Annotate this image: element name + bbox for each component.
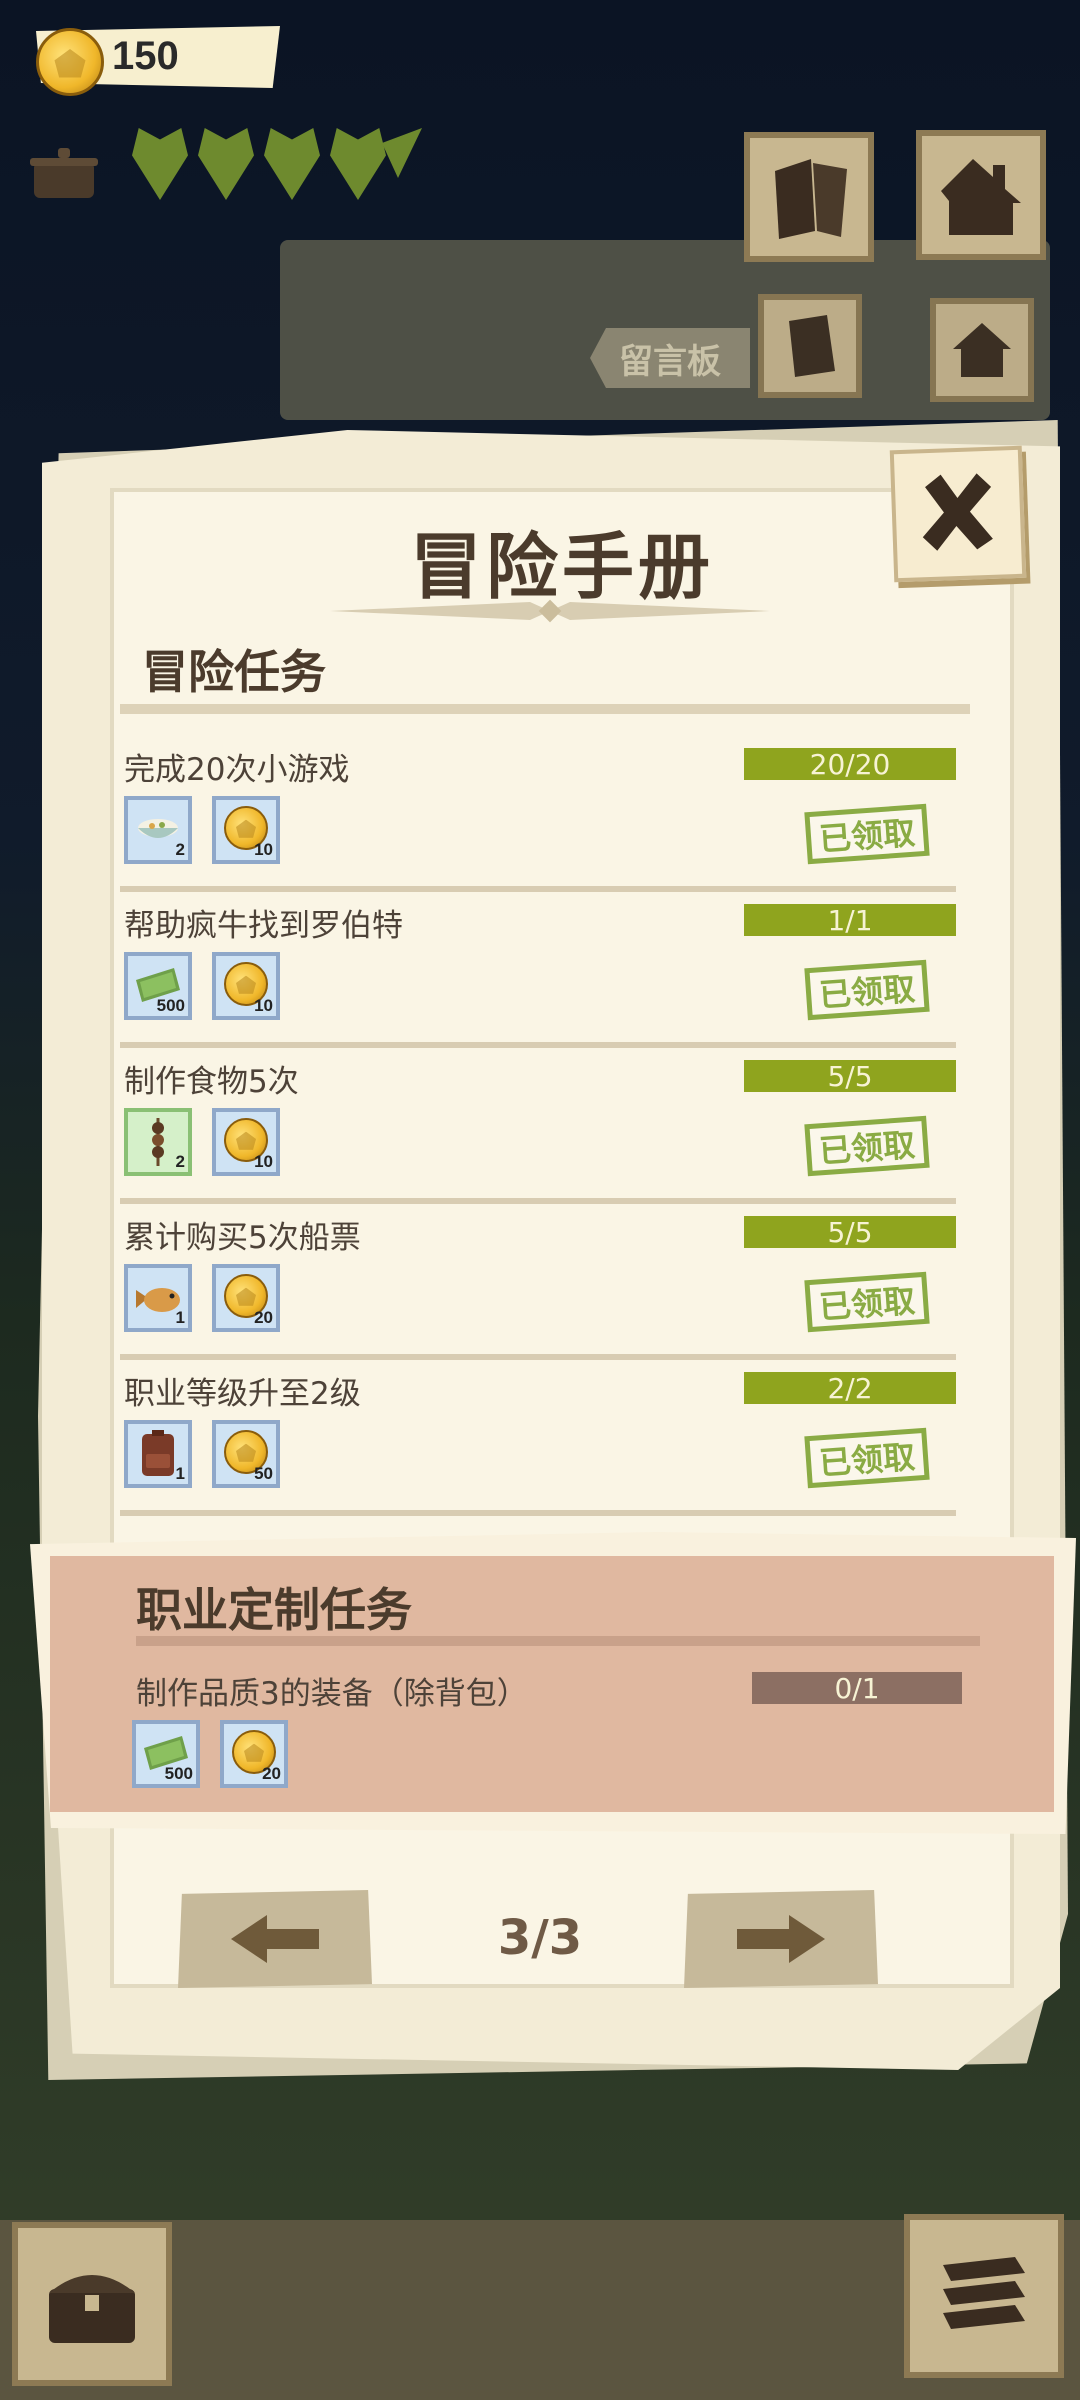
reward-qty: 500 [164,1764,193,1783]
task-name: 制作食物5次 [124,1064,299,1100]
task-row: 帮助疯牛找到罗伯特 1/1 500 10 已领取 [120,892,956,1048]
reward-item[interactable]: 500 [124,952,192,1020]
reward-qty: 2 [175,840,185,859]
task-progress: 0/1 [752,1672,962,1705]
close-icon [922,473,993,551]
reward-item[interactable]: 1 [124,1264,192,1332]
reward-qty: 2 [175,1152,185,1171]
house-icon [941,159,1021,235]
journal-icon [775,159,847,239]
reward-qty: 10 [254,996,273,1015]
menu-button[interactable] [904,2214,1064,2378]
coin-icon [36,28,104,96]
task-progress: 20/20 [744,748,956,781]
notebook-button[interactable] [758,294,862,398]
section-divider [120,704,970,714]
title-ornament [330,599,770,623]
reward-item[interactable]: 20 [212,1264,280,1332]
reward-qty: 500 [156,996,185,1015]
next-page-button[interactable] [684,1890,878,1988]
coin-count: 150 [112,34,179,78]
reward-item[interactable]: 1 [124,1420,192,1488]
adventure-tasks-heading: 冒险任务 [142,645,326,699]
reward-item[interactable]: 2 [124,1108,192,1176]
heart-icon [264,128,320,200]
claimed-stamp: 已领取 [804,1271,930,1333]
chest-icon [49,2275,135,2343]
heart-edge [382,128,422,178]
task-name: 完成20次小游戏 [124,752,350,788]
reward-item[interactable]: 50 [212,1420,280,1488]
journal-button[interactable] [744,132,874,262]
task-progress: 5/5 [744,1060,956,1093]
heart-icon [198,128,254,200]
task-name: 累计购买5次船票 [124,1220,361,1256]
task-name: 职业等级升至2级 [124,1376,361,1412]
reward-item[interactable]: 10 [212,952,280,1020]
house-button[interactable] [930,298,1034,402]
close-button[interactable] [889,445,1027,583]
arrow-right-icon [737,1915,825,1963]
claimed-stamp: 已领取 [804,803,930,865]
career-tasks-heading: 职业定制任务 [136,1583,412,1637]
notebook-icon [789,315,835,377]
health-hearts [132,128,432,212]
reward-qty: 10 [254,840,273,859]
reward-qty: 20 [254,1308,273,1327]
reward-qty: 10 [254,1152,273,1171]
reward-qty: 50 [254,1464,273,1483]
task-row: 完成20次小游戏 20/20 2 10 已领取 [120,736,956,892]
section-divider [136,1636,980,1646]
heart-icon [330,128,386,200]
task-progress: 2/2 [744,1372,956,1405]
task-row: 职业等级升至2级 2/2 1 50 已领取 [120,1360,956,1516]
reward-item[interactable]: 500 [132,1720,200,1788]
message-board-sign: 留言板 [590,328,750,388]
task-progress: 1/1 [744,904,956,937]
claimed-stamp: 已领取 [804,1427,930,1489]
task-row: 制作食物5次 5/5 2 10 已领取 [120,1048,956,1204]
task-row: 累计购买5次船票 5/5 1 20 已领取 [120,1204,956,1360]
reward-qty: 20 [262,1764,281,1783]
reward-item[interactable]: 20 [220,1720,288,1788]
task-name: 制作品质3的装备（除背包） [136,1676,528,1712]
arrow-left-icon [231,1915,319,1963]
reward-item[interactable]: 2 [124,796,192,864]
claimed-stamp: 已领取 [804,1115,930,1177]
reward-qty: 1 [175,1464,185,1483]
stack-icon [943,2257,1025,2329]
cooking-pot-icon [30,148,98,198]
task-divider [120,1510,956,1516]
house-small-icon [953,323,1011,377]
career-task-row: 制作品质3的装备（除背包） 0/1 500 20 [132,1660,962,1810]
task-name: 帮助疯牛找到罗伯特 [124,908,403,944]
task-progress: 5/5 [744,1216,956,1249]
inventory-button[interactable] [12,2222,172,2386]
heart-icon [132,128,188,200]
reward-item[interactable]: 10 [212,796,280,864]
reward-qty: 1 [175,1308,185,1327]
home-button[interactable] [916,130,1046,260]
prev-page-button[interactable] [178,1890,372,1988]
reward-item[interactable]: 10 [212,1108,280,1176]
claimed-stamp: 已领取 [804,959,930,1021]
page-indicator: 3/3 [497,1910,583,1966]
